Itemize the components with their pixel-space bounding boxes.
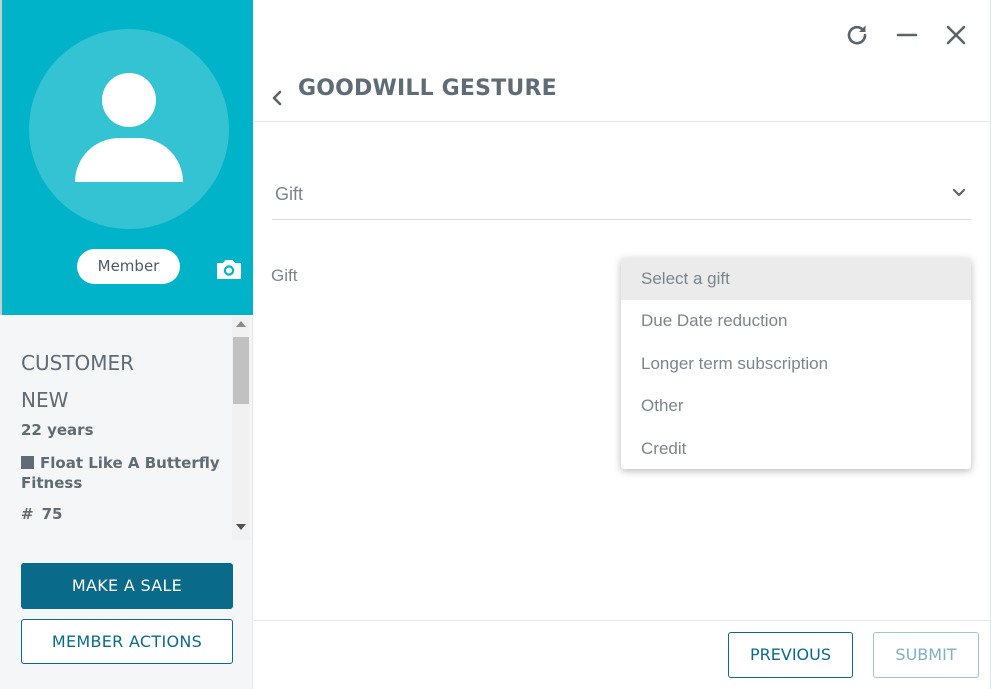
member-gym: Float Like A Butterfly Fitness [21, 453, 226, 493]
gift-dropdown-menu: Select a gift Due Date reduction Longer … [621, 258, 971, 469]
customer-name: CUSTOMER NEW [21, 345, 221, 419]
profile-header: Member [0, 0, 253, 315]
gym-name: Float Like A Butterfly Fitness [21, 454, 220, 492]
member-info: CUSTOMER NEW 22 years Float Like A Butte… [2, 315, 232, 540]
number-prefix: # [21, 505, 34, 523]
scroll-down-arrow-icon[interactable] [236, 524, 246, 530]
minimize-icon[interactable] [894, 22, 920, 48]
member-age: 22 years [21, 421, 94, 439]
scroll-up-arrow-icon[interactable] [236, 321, 246, 327]
customer-name-line-2: NEW [21, 388, 69, 412]
gift-option-due-date-reduction[interactable]: Due Date reduction [621, 300, 971, 342]
avatar-body [75, 138, 183, 182]
goodwill-gesture-panel: GOODWILL GESTURE Gift Gift Select a gift… [254, 0, 991, 689]
gesture-type-value: Gift [275, 184, 304, 204]
member-actions-button[interactable]: MEMBER ACTIONS [21, 619, 233, 664]
member-number: #75 [21, 505, 62, 523]
refresh-icon[interactable] [844, 22, 870, 48]
info-scrollbar[interactable] [232, 315, 250, 540]
panel-header: GOODWILL GESTURE [254, 60, 990, 122]
submit-button[interactable]: SUBMIT [873, 632, 979, 678]
user-silhouette-icon [29, 29, 229, 229]
previous-button[interactable]: PREVIOUS [728, 632, 853, 678]
chevron-down-icon[interactable] [952, 188, 966, 198]
gift-field-label: Gift [271, 266, 298, 285]
gesture-type-select[interactable]: Gift [272, 174, 971, 220]
number-value: 75 [41, 505, 63, 523]
member-badge: Member [77, 249, 180, 284]
gift-option-placeholder[interactable]: Select a gift [621, 258, 971, 301]
camera-icon[interactable] [215, 257, 243, 281]
gift-option-longer-term[interactable]: Longer term subscription [621, 343, 971, 385]
make-a-sale-button[interactable]: MAKE A SALE [21, 563, 233, 609]
gift-option-other[interactable]: Other [621, 385, 971, 427]
panel-footer: PREVIOUS SUBMIT [254, 620, 990, 689]
avatar-head [102, 73, 156, 127]
square-icon [21, 456, 34, 469]
gift-option-credit[interactable]: Credit [621, 428, 971, 469]
customer-name-line-1: CUSTOMER [21, 351, 135, 375]
member-sidebar: Member CUSTOMER NEW 22 years Float Like … [0, 0, 253, 689]
page-title: GOODWILL GESTURE [298, 76, 557, 101]
chevron-left-icon[interactable] [270, 88, 284, 108]
close-icon[interactable] [943, 22, 969, 48]
scroll-thumb[interactable] [233, 337, 249, 404]
